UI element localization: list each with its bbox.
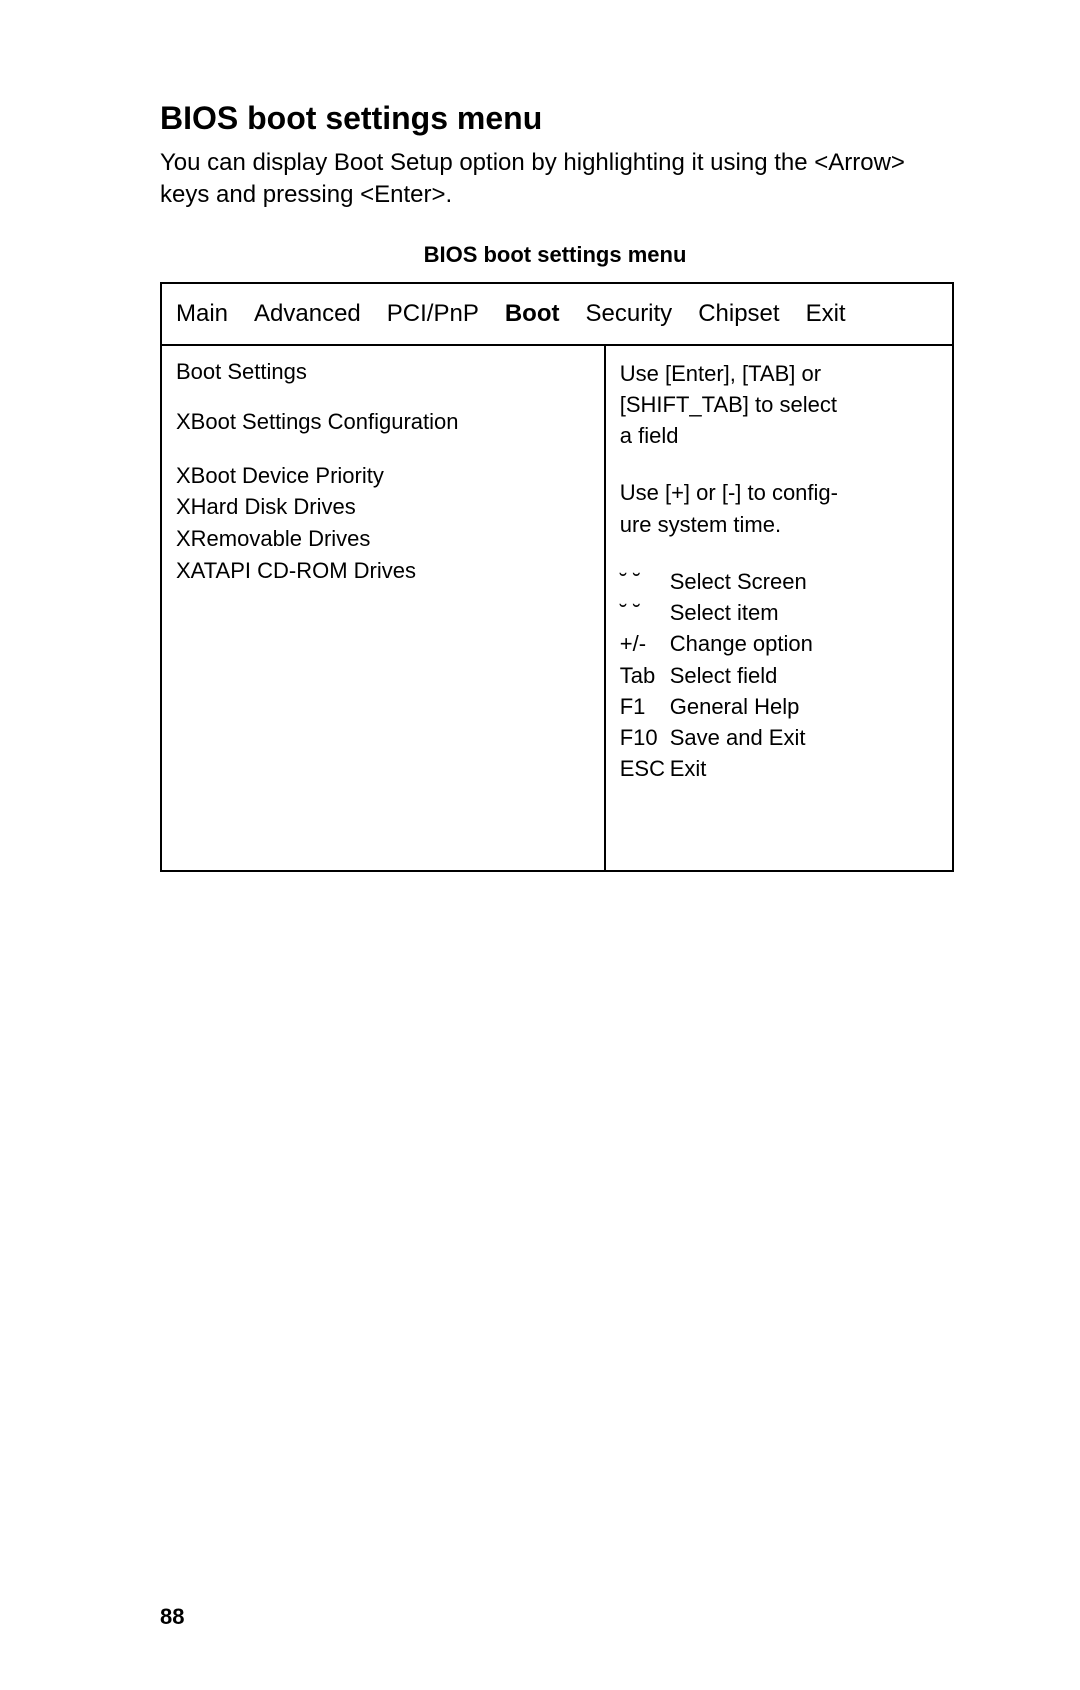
tab-pcipnp[interactable]: PCI/PnP	[387, 300, 479, 328]
panel-title: Boot Settings	[176, 356, 590, 388]
key-esc-exit: ESC Exit	[620, 753, 938, 784]
bios-tabs: Main Advanced PCI/PnP Boot Security Chip…	[162, 284, 952, 346]
key-desc: Change option	[670, 628, 813, 659]
tab-exit[interactable]: Exit	[806, 300, 846, 328]
menu-item-atapi-cdrom-drives[interactable]: XATAPI CD-ROM Drives	[176, 555, 590, 587]
key-desc: Exit	[670, 753, 707, 784]
help-line: [SHIFT_TAB] to select	[620, 389, 938, 420]
section-title: BIOS boot settings menu	[160, 100, 950, 137]
key-select-screen: ˘ ˘ Select Screen	[620, 566, 938, 597]
key-desc: General Help	[670, 691, 800, 722]
key-symbol: +/-	[620, 628, 670, 659]
key-save-exit: F10 Save and Exit	[620, 722, 938, 753]
key-change-option: +/- Change option	[620, 628, 938, 659]
help-text-2: Use [+] or [-] to config- ure system tim…	[620, 477, 938, 539]
key-select-field: Tab Select field	[620, 660, 938, 691]
key-symbol: ˘ ˘	[620, 597, 670, 628]
tab-boot[interactable]: Boot	[505, 300, 560, 328]
menu-item-boot-device-priority[interactable]: XBoot Device Priority	[176, 460, 590, 492]
key-symbol: ˘ ˘	[620, 566, 670, 597]
page-number: 88	[160, 1604, 184, 1630]
key-legend: ˘ ˘ Select Screen ˘ ˘ Select item +/- Ch…	[620, 566, 938, 785]
intro-text: You can display Boot Setup option by hig…	[160, 147, 950, 212]
menu-item-boot-settings-config[interactable]: XBoot Settings Configuration	[176, 406, 590, 438]
boot-settings-panel: Boot Settings XBoot Settings Configurati…	[162, 346, 606, 870]
key-symbol: ESC	[620, 753, 670, 784]
tab-chipset[interactable]: Chipset	[698, 300, 779, 328]
tab-advanced[interactable]: Advanced	[254, 300, 361, 328]
key-symbol: F10	[620, 722, 670, 753]
help-line: Use [Enter], [TAB] or	[620, 358, 938, 389]
key-general-help: F1 General Help	[620, 691, 938, 722]
tab-security[interactable]: Security	[585, 300, 672, 328]
menu-item-hard-disk-drives[interactable]: XHard Disk Drives	[176, 491, 590, 523]
help-line: a field	[620, 420, 938, 451]
help-panel: Use [Enter], [TAB] or [SHIFT_TAB] to sel…	[606, 346, 952, 870]
key-desc: Save and Exit	[670, 722, 806, 753]
help-text-1: Use [Enter], [TAB] or [SHIFT_TAB] to sel…	[620, 358, 938, 452]
bios-screen: Main Advanced PCI/PnP Boot Security Chip…	[160, 282, 954, 872]
key-desc: Select item	[670, 597, 779, 628]
help-line: ure system time.	[620, 509, 938, 540]
key-symbol: Tab	[620, 660, 670, 691]
figure-caption: BIOS boot settings menu	[160, 242, 950, 268]
menu-item-removable-drives[interactable]: XRemovable Drives	[176, 523, 590, 555]
help-line: Use [+] or [-] to config-	[620, 477, 938, 508]
key-desc: Select field	[670, 660, 778, 691]
key-symbol: F1	[620, 691, 670, 722]
tab-main[interactable]: Main	[176, 300, 228, 328]
key-desc: Select Screen	[670, 566, 807, 597]
key-select-item: ˘ ˘ Select item	[620, 597, 938, 628]
